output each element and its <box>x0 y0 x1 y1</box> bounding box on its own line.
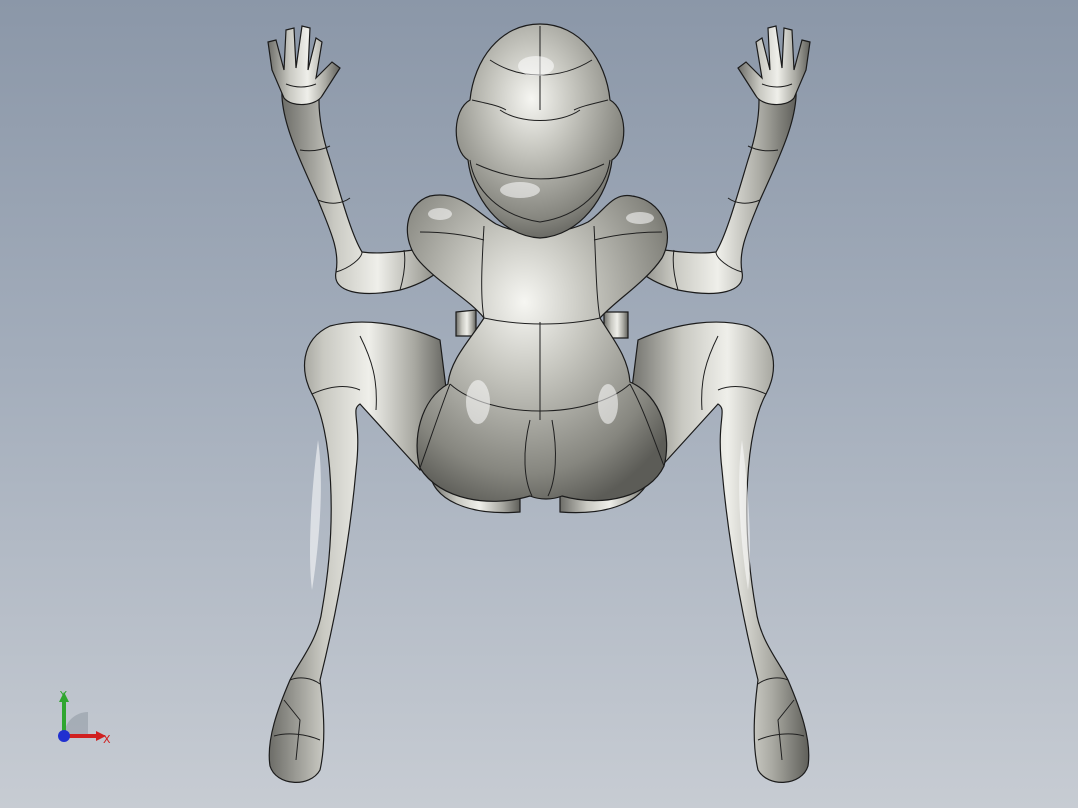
right-hand <box>737 25 811 106</box>
model-3d-view[interactable] <box>0 0 1078 808</box>
torso <box>406 194 668 502</box>
head <box>455 23 625 239</box>
axis-x-label: X <box>103 733 111 746</box>
axis-y-label: Y <box>60 689 67 702</box>
left-hand <box>267 25 341 106</box>
right-leg <box>627 321 810 783</box>
graphics-viewport[interactable]: Y X <box>0 0 1078 808</box>
left-leg <box>268 321 451 783</box>
coordinate-triad: Y X <box>50 686 120 756</box>
